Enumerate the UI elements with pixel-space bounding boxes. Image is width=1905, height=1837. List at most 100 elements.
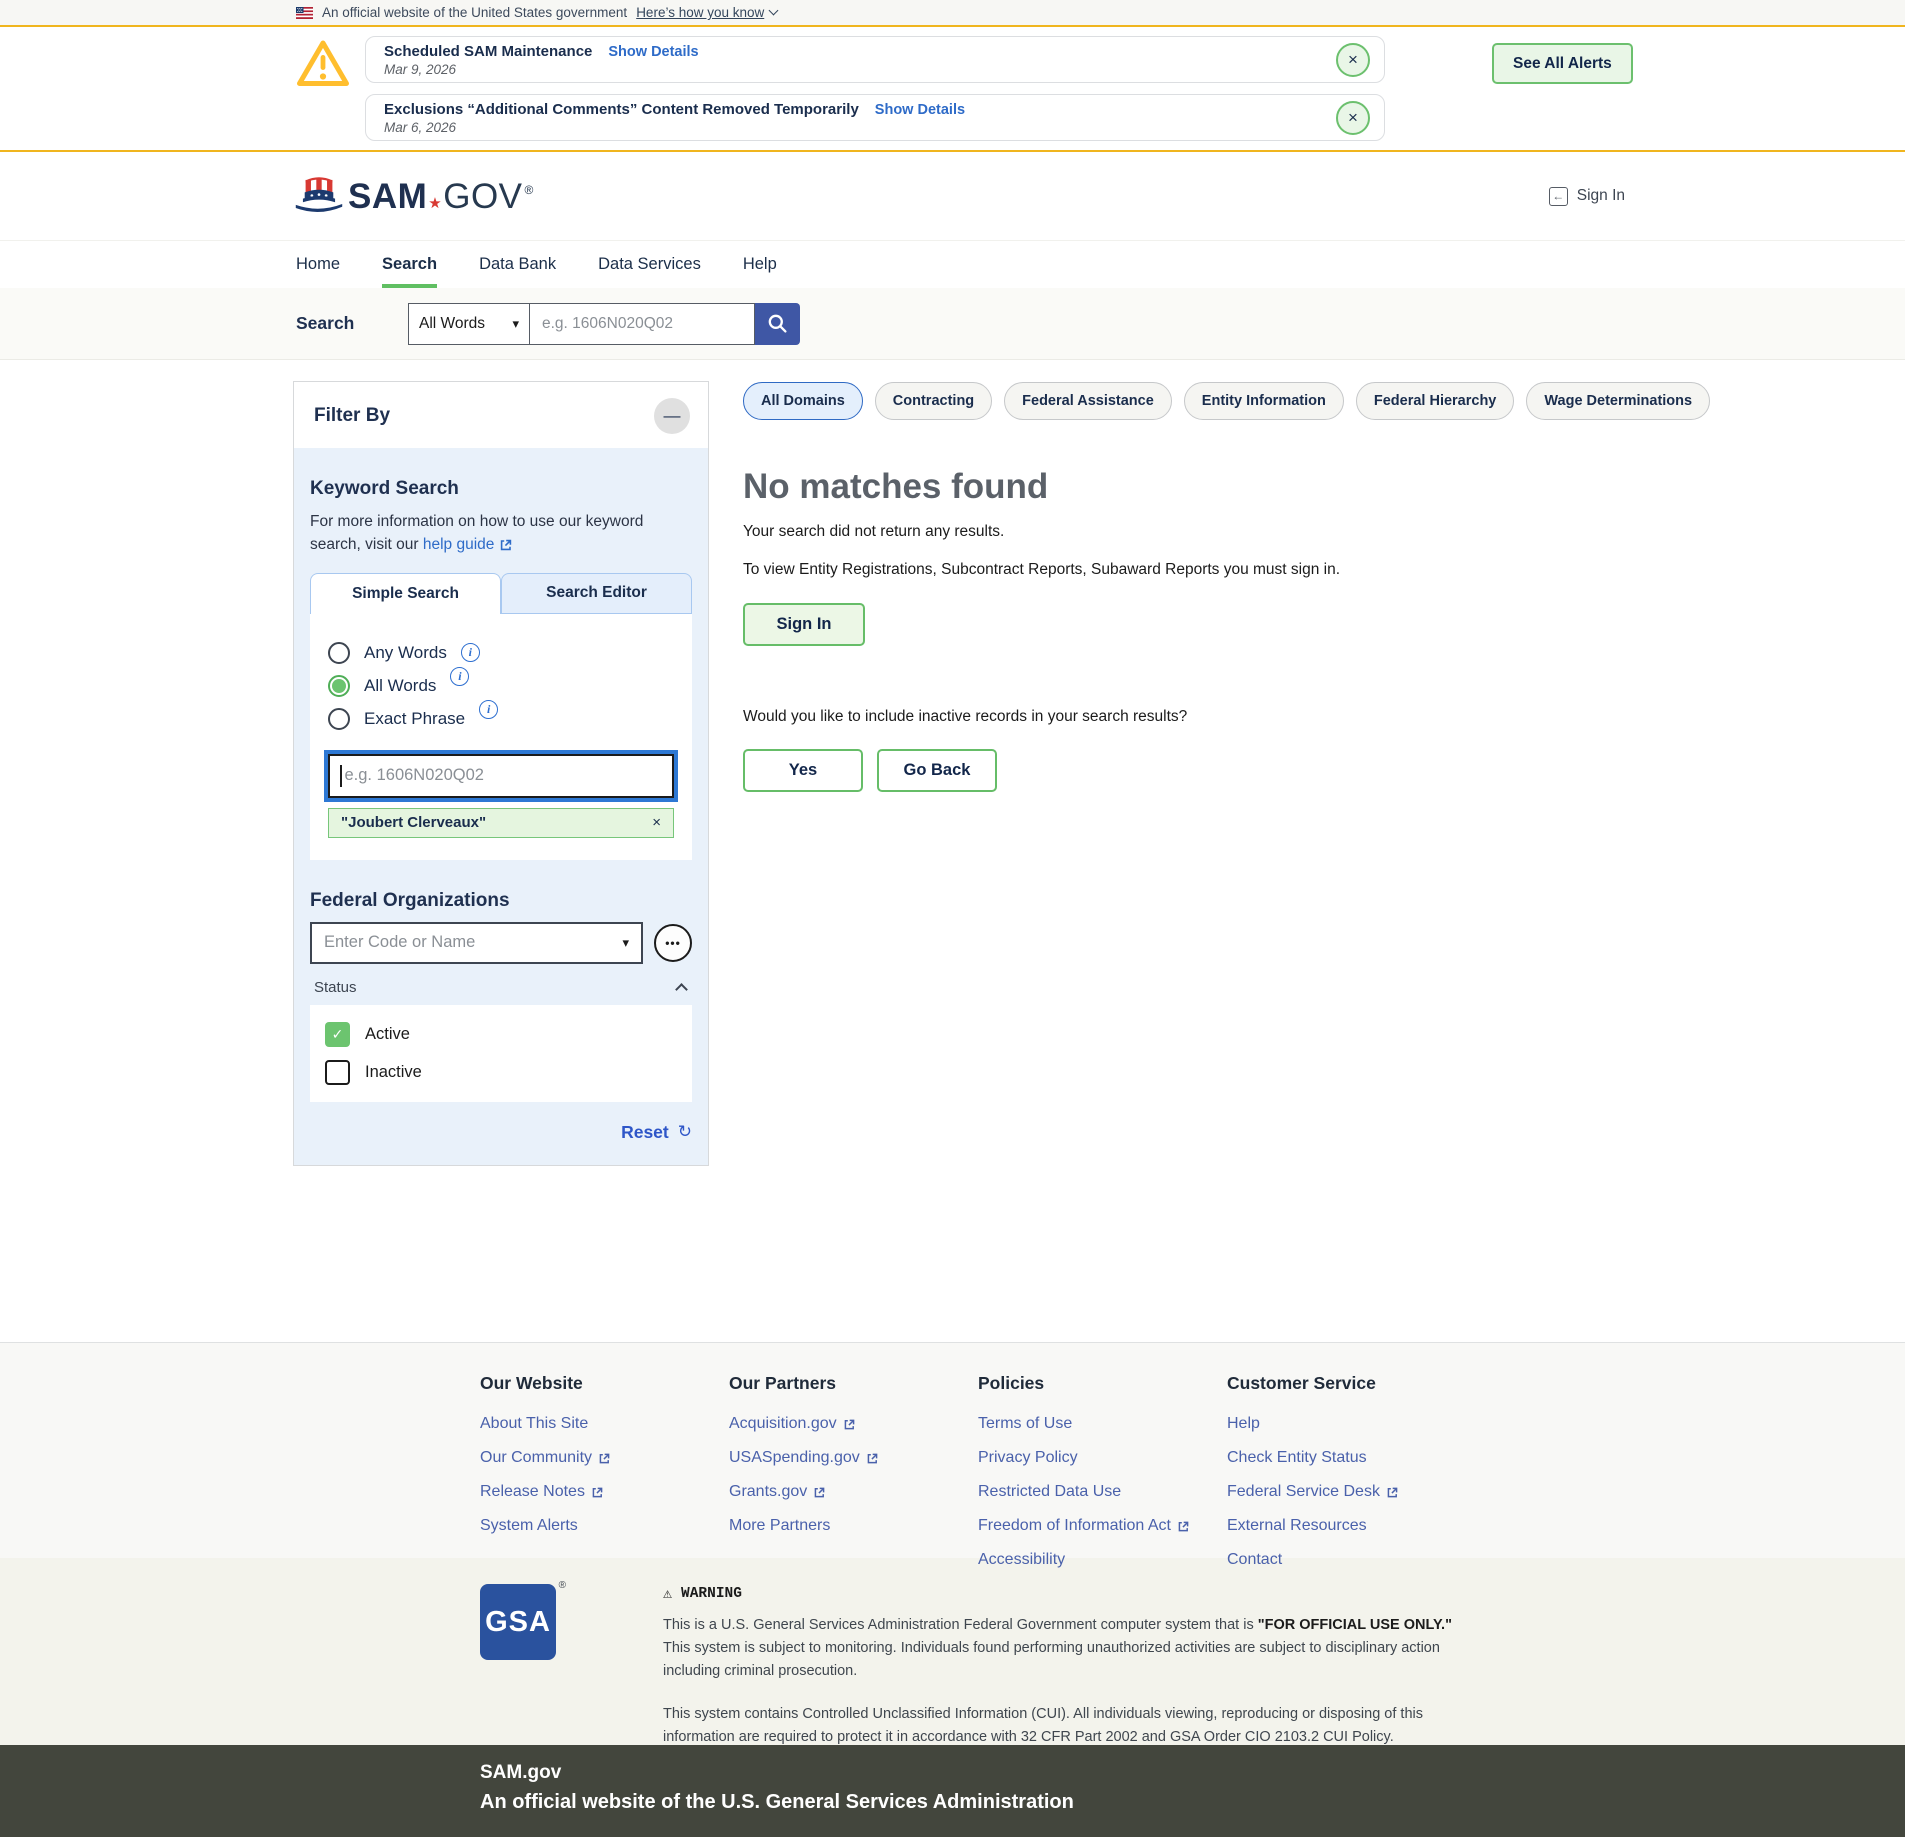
info-icon[interactable]: i [461, 643, 480, 662]
alert-close-button[interactable]: × [1336, 43, 1370, 77]
alert-warning-icon [296, 36, 365, 150]
footer-link-help[interactable]: Help [1227, 1415, 1476, 1433]
search-row: Search All Words ▾ e.g. 1606N020Q02 [0, 288, 1905, 360]
main-nav: Home Search Data Bank Data Services Help [0, 240, 1905, 288]
footer-link-acquisition-gov[interactable]: Acquisition.gov [729, 1415, 978, 1433]
main-content: Filter By — Keyword Search For more info… [0, 360, 1905, 1342]
tab-simple-search[interactable]: Simple Search [310, 573, 501, 614]
sam-gov-logo[interactable]: SAM★GOV® [294, 175, 534, 217]
simple-search-panel: Any Words i All Words i Exact Phrase i e… [310, 614, 692, 860]
pill-contracting[interactable]: Contracting [875, 382, 992, 420]
nav-item-data-services[interactable]: Data Services [598, 241, 701, 288]
warning-paragraph-2: This system contains Controlled Unclassi… [663, 1703, 1463, 1749]
search-input[interactable]: e.g. 1606N020Q02 [530, 303, 755, 345]
alert-card-exclusions: Exclusions “Additional Comments” Content… [365, 94, 1385, 141]
alert-title: Exclusions “Additional Comments” Content… [384, 101, 859, 118]
show-details-link[interactable]: Show Details [608, 44, 698, 60]
filter-panel-header: Filter By — [294, 382, 708, 448]
footer-link-system-alerts[interactable]: System Alerts [480, 1517, 729, 1535]
alert-close-button[interactable]: × [1336, 101, 1370, 135]
footer-link-restricted-data-use[interactable]: Restricted Data Use [978, 1483, 1227, 1501]
collapse-filters-button[interactable]: — [654, 398, 690, 434]
info-icon[interactable]: i [450, 667, 469, 686]
status-section-toggle[interactable]: Status [314, 979, 686, 996]
help-guide-link[interactable]: help guide [423, 533, 514, 556]
reset-filters-link[interactable]: Reset ↻ [310, 1122, 692, 1143]
pill-all-domains[interactable]: All Domains [743, 382, 863, 420]
chevron-up-icon [675, 983, 688, 996]
sign-in-link[interactable]: ← Sign In [1549, 187, 1625, 206]
external-link-icon [843, 1418, 856, 1431]
all-words-radio[interactable] [328, 675, 350, 697]
keyword-search-tabs: Simple Search Search Editor [310, 573, 692, 614]
yes-goback-row: Yes Go Back [743, 749, 1710, 792]
footer-link-more-partners[interactable]: More Partners [729, 1517, 978, 1535]
footer-link-our-community[interactable]: Our Community [480, 1449, 729, 1467]
warning-icon: ⚠ [663, 1584, 672, 1603]
filter-by-title: Filter By [314, 405, 390, 427]
keyword-input[interactable]: e.g. 1606N020Q02 [328, 754, 674, 798]
gsa-logo: GSA ® [480, 1584, 556, 1745]
status-options: ✓ Active Inactive [310, 1005, 692, 1102]
info-icon[interactable]: i [479, 700, 498, 719]
check-icon: ✓ [332, 1026, 344, 1043]
any-words-radio[interactable] [328, 642, 350, 664]
chip-close-icon[interactable]: × [652, 814, 661, 831]
keyword-chip: "Joubert Clerveaux" × [328, 808, 674, 838]
nav-item-data-bank[interactable]: Data Bank [479, 241, 556, 288]
pill-wage-determinations[interactable]: Wage Determinations [1526, 382, 1710, 420]
alert-date: Mar 9, 2026 [384, 62, 699, 77]
footer-link-contact[interactable]: Contact [1227, 1551, 1476, 1569]
search-submit-button[interactable] [755, 303, 800, 345]
more-options-button[interactable]: ••• [654, 924, 692, 962]
inactive-checkbox[interactable] [325, 1060, 350, 1085]
search-placeholder: e.g. 1606N020Q02 [542, 315, 673, 333]
see-all-alerts-button[interactable]: See All Alerts [1492, 43, 1633, 84]
bottom-bar-subtitle: An official website of the U.S. General … [480, 1791, 1905, 1814]
footer-link-federal-service-desk[interactable]: Federal Service Desk [1227, 1483, 1476, 1501]
footer-link-about-this-site[interactable]: About This Site [480, 1415, 729, 1433]
footer-link-privacy-policy[interactable]: Privacy Policy [978, 1449, 1227, 1467]
nav-item-search[interactable]: Search [382, 241, 437, 288]
chevron-down-icon [769, 6, 779, 16]
sign-in-button[interactable]: Sign In [743, 603, 865, 646]
footer-link-foia[interactable]: Freedom of Information Act [978, 1517, 1227, 1535]
tab-search-editor[interactable]: Search Editor [501, 573, 692, 614]
reset-icon: ↻ [678, 1122, 692, 1142]
gov-banner: An official website of the United States… [0, 0, 1905, 27]
pill-federal-assistance[interactable]: Federal Assistance [1004, 382, 1172, 420]
active-checkbox[interactable]: ✓ [325, 1022, 350, 1047]
footer-col-policies: Policies Terms of Use Privacy Policy Res… [978, 1373, 1227, 1558]
go-back-button[interactable]: Go Back [877, 749, 997, 792]
footer-link-release-notes[interactable]: Release Notes [480, 1483, 729, 1501]
keyword-search-heading: Keyword Search [310, 478, 692, 500]
banner-text: An official website of the United States… [322, 5, 627, 20]
us-flag-icon [296, 7, 313, 19]
footer-link-external-resources[interactable]: External Resources [1227, 1517, 1476, 1535]
search-label: Search [296, 313, 408, 334]
footer-link-accessibility[interactable]: Accessibility [978, 1551, 1227, 1569]
search-mode-select[interactable]: All Words ▾ [408, 303, 530, 345]
caret-down-icon: ▾ [512, 316, 519, 332]
nav-item-help[interactable]: Help [743, 241, 777, 288]
footer-col-our-partners: Our Partners Acquisition.gov USASpending… [729, 1373, 978, 1558]
keyword-input-placeholder: e.g. 1606N020Q02 [345, 766, 484, 785]
footer: Our Website About This Site Our Communit… [0, 1342, 1905, 1558]
warning-block: ⚠ WARNING This is a U.S. General Service… [663, 1584, 1463, 1745]
federal-org-combobox[interactable]: Enter Code or Name ▾ [310, 922, 643, 964]
sign-in-note: To view Entity Registrations, Subcontrac… [743, 558, 1415, 582]
yes-button[interactable]: Yes [743, 749, 863, 792]
gsa-warning-section: GSA ® ⚠ WARNING This is a U.S. General S… [0, 1558, 1905, 1745]
footer-link-grants-gov[interactable]: Grants.gov [729, 1483, 978, 1501]
heres-how-you-know-link[interactable]: Here’s how you know [636, 5, 777, 20]
exact-phrase-radio[interactable] [328, 708, 350, 730]
nav-item-home[interactable]: Home [296, 241, 340, 288]
external-link-icon [1177, 1520, 1190, 1533]
footer-link-usaspending-gov[interactable]: USASpending.gov [729, 1449, 978, 1467]
radio-row-any-words: Any Words i [328, 642, 674, 664]
pill-federal-hierarchy[interactable]: Federal Hierarchy [1356, 382, 1515, 420]
footer-link-terms-of-use[interactable]: Terms of Use [978, 1415, 1227, 1433]
show-details-link[interactable]: Show Details [875, 102, 965, 118]
pill-entity-information[interactable]: Entity Information [1184, 382, 1344, 420]
footer-link-check-entity-status[interactable]: Check Entity Status [1227, 1449, 1476, 1467]
